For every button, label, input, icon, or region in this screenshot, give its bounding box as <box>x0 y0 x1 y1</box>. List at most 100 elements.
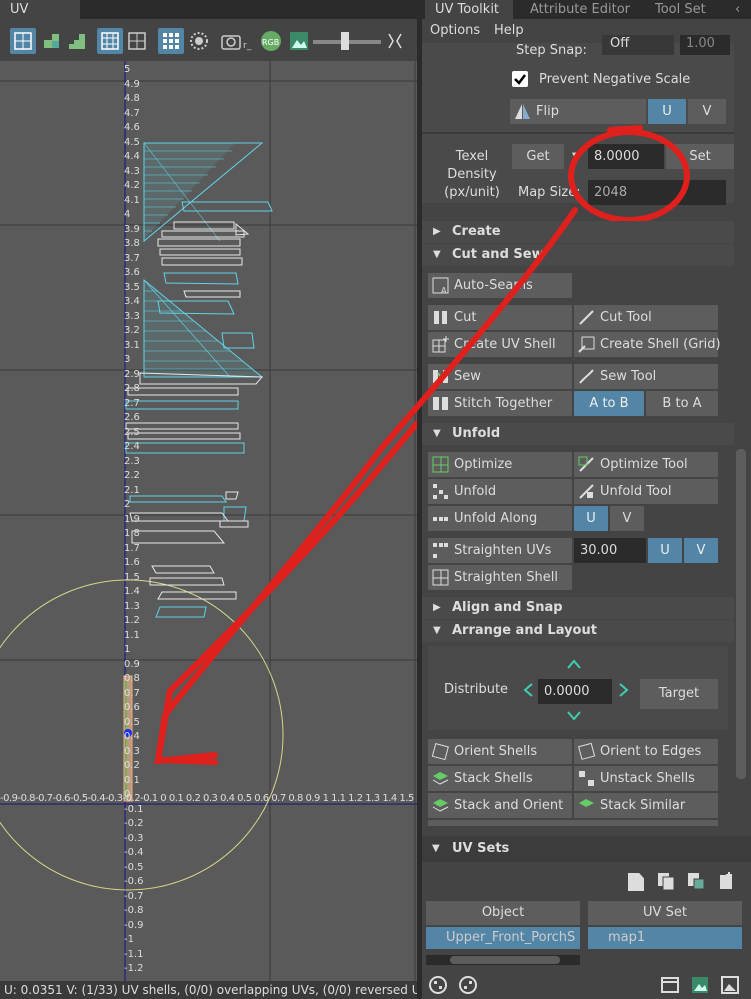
distribute-right-icon[interactable] <box>618 682 630 698</box>
stack-similar-button[interactable]: Stack Similar <box>574 793 718 818</box>
rgb-channel-icon[interactable]: RGB <box>258 28 284 54</box>
straighten-v-button[interactable]: V <box>684 538 718 563</box>
uv-viewport[interactable]: 5 4.9 4.8 4.7 4.6 4.5 4.4 4.3 4.2 4.1 4 3.9 3.8 3.7 3.… <box>0 61 417 982</box>
checker-grid-icon[interactable] <box>158 28 184 54</box>
toolbar-expand-icon[interactable] <box>384 28 406 54</box>
v-ruler-label: 0.2 <box>124 760 140 771</box>
toolkit-scrollbar[interactable] <box>736 449 746 779</box>
tab-tool-set[interactable]: Tool Set <box>645 0 716 19</box>
v-ruler-label: 0.1 <box>124 774 140 786</box>
target-button[interactable]: Target <box>640 679 718 709</box>
exposure-slider-handle[interactable] <box>341 32 349 50</box>
create-shell-grid-button[interactable]: Create Shell (Grid) <box>574 332 721 357</box>
grid-toggle-icon[interactable] <box>97 28 123 54</box>
distribute-left-icon[interactable] <box>522 682 534 698</box>
object-column-header[interactable]: Object <box>426 901 580 925</box>
section-create[interactable]: ▶ Create <box>422 221 734 243</box>
uv-grid-canvas[interactable] <box>0 61 417 982</box>
tab-uv-toolkit[interactable]: UV Toolkit <box>425 0 513 19</box>
stack-shells-button[interactable]: Stack Shells <box>428 766 572 791</box>
section-cut-and-sew[interactable]: ▼ Cut and Sew <box>422 244 734 266</box>
uv-editor-panel: r_ RGB 5 4.9 4.8 4.7 4.6 4.5 4.4 4.3 4.2… <box>0 19 417 999</box>
pixel-snap-icon[interactable] <box>124 28 150 54</box>
uv-sets-header[interactable]: ▼ UV Sets <box>422 836 751 862</box>
uvset-row-cell[interactable]: map1 <box>588 927 742 949</box>
image-icon[interactable] <box>720 975 740 995</box>
stitch-together-label: Stitch Together <box>454 396 553 411</box>
v-ruler-label: 3.8 <box>124 238 140 249</box>
straighten-angle-input[interactable]: 30.00 <box>574 538 646 563</box>
exposure-slider[interactable] <box>313 32 381 50</box>
straighten-u-button[interactable]: U <box>648 538 682 563</box>
unfold-button[interactable]: Unfold <box>428 479 572 504</box>
tab-attribute-editor[interactable]: Attribute Editor <box>520 0 640 19</box>
cut-tool-button[interactable]: Cut Tool <box>574 305 718 330</box>
copy-uv-set-icon[interactable] <box>656 871 676 891</box>
section-cut-sew-label: Cut and Sew <box>452 247 544 262</box>
section-align-and-snap[interactable]: ▶ Align and Snap <box>422 597 734 619</box>
orient-shells-button[interactable]: Orient Shells <box>428 739 572 764</box>
unstack-shells-button[interactable]: Unstack Shells <box>574 766 718 791</box>
step-snap-value-field[interactable]: 1.00 <box>680 35 730 55</box>
section-arrange-and-layout[interactable]: ▼ Arrange and Layout <box>422 620 734 642</box>
v-ruler-label: 4.4 <box>124 151 140 162</box>
straighten-shell-button[interactable]: Straighten Shell <box>428 565 572 590</box>
orient-to-edges-button[interactable]: Orient to Edges <box>574 739 718 764</box>
stitch-together-button[interactable]: Stitch Together <box>428 391 572 416</box>
uv-checker-icon[interactable] <box>428 975 448 995</box>
cut-label: Cut <box>454 310 477 325</box>
prevent-negative-scale-checkbox[interactable] <box>512 71 528 87</box>
v-ruler-label: 1.8 <box>124 528 140 539</box>
optimize-button[interactable]: Optimize <box>428 452 572 477</box>
texel-get-button[interactable]: Get <box>512 144 564 169</box>
uv-component-icon[interactable] <box>38 28 64 54</box>
optimize-tool-button[interactable]: Optimize Tool <box>574 452 718 477</box>
object-row-cell[interactable]: Upper_Front_PorchS <box>426 927 580 949</box>
uvset-column-header[interactable]: UV Set <box>588 901 742 925</box>
uv-sets-label: UV Sets <box>452 841 510 856</box>
dim-image-icon[interactable] <box>186 28 212 54</box>
distribute-value-input[interactable]: 0.0000 <box>538 679 612 704</box>
sew-button[interactable]: Sew <box>428 364 572 389</box>
window-icon[interactable] <box>660 975 680 995</box>
uv-sets-horizontal-scrollbar[interactable] <box>426 955 580 965</box>
stitch-a-to-b-button[interactable]: A to B <box>574 391 644 416</box>
menu-help[interactable]: Help <box>494 23 524 38</box>
sew-tool-button[interactable]: Sew Tool <box>574 364 718 389</box>
menu-options[interactable]: Options <box>430 23 480 38</box>
prevent-negative-scale-label: Prevent Negative Scale <box>539 72 691 87</box>
tab-uv-editor[interactable]: UV Editor <box>0 0 80 36</box>
auto-seams-button[interactable]: A Auto-Seams <box>428 273 572 298</box>
section-unfold[interactable]: ▼ Unfold <box>422 423 734 445</box>
tab-scroll-left-icon[interactable]: ‹ <box>735 0 751 19</box>
new-uv-set-plus-icon[interactable] <box>716 871 736 891</box>
scroll-thumb[interactable] <box>450 956 560 964</box>
stitch-b-to-a-button[interactable]: B to A <box>646 391 718 416</box>
unfold-along-u-button[interactable]: U <box>574 506 608 531</box>
orient-shells-label: Orient Shells <box>454 744 538 759</box>
distribute-up-icon[interactable] <box>566 658 582 670</box>
unfold-tool-button[interactable]: Unfold Tool <box>574 479 718 504</box>
uv-stair-icon[interactable] <box>64 28 90 54</box>
distribute-down-icon[interactable] <box>566 710 582 722</box>
texel-label-1: Texel <box>455 149 489 164</box>
uv-shell-select-icon[interactable] <box>10 28 36 54</box>
collapse-arrow-icon: ▼ <box>433 249 441 260</box>
create-uv-shell-button[interactable]: Create UV Shell <box>428 332 572 357</box>
uv-set-editor-icon[interactable] <box>686 871 706 891</box>
straighten-uvs-button[interactable]: Straighten UVs <box>428 538 572 563</box>
new-uv-set-icon[interactable] <box>628 873 644 891</box>
uv-checker-alt-icon[interactable] <box>458 975 478 995</box>
step-snap-dropdown[interactable]: Off <box>602 35 674 55</box>
texture-icon[interactable] <box>690 975 710 995</box>
v-ruler-label: 2.3 <box>124 455 140 467</box>
cut-button[interactable]: Cut <box>428 305 572 330</box>
unfold-along-button[interactable]: Unfold Along <box>428 506 572 531</box>
v-ruler-label: -0.4 <box>124 847 144 858</box>
texel-label-3: (px/unit) <box>444 185 500 200</box>
camera-icon[interactable]: r_ <box>219 28 257 54</box>
stack-and-orient-button[interactable]: Stack and Orient <box>428 793 572 818</box>
image-display-icon[interactable] <box>286 28 312 54</box>
unfold-along-v-button[interactable]: V <box>610 506 644 531</box>
section-arrange-label: Arrange and Layout <box>452 623 597 638</box>
